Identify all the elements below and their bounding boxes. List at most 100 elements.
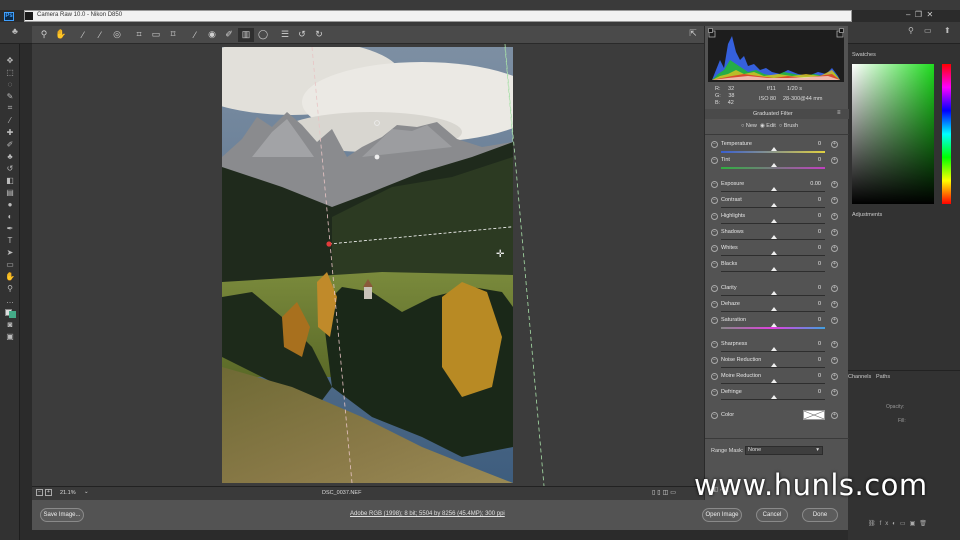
zoom-tool-icon[interactable]: ⚲ bbox=[0, 282, 20, 294]
slider-track[interactable] bbox=[721, 327, 825, 329]
dodge-tool-icon[interactable]: ◐ bbox=[0, 210, 20, 222]
slider-track[interactable] bbox=[721, 207, 825, 208]
shadow-clipping-icon[interactable] bbox=[708, 28, 713, 33]
minus-icon[interactable]: − bbox=[711, 213, 718, 220]
brush-tool-icon[interactable]: ✐ bbox=[0, 138, 20, 150]
color-swatch[interactable] bbox=[803, 410, 825, 420]
slider-track[interactable] bbox=[721, 383, 825, 384]
zoom-dropdown-icon[interactable]: ⌄ bbox=[84, 489, 89, 495]
plus-icon[interactable]: + bbox=[831, 301, 838, 308]
plus-icon[interactable]: + bbox=[831, 181, 838, 188]
slider-track[interactable] bbox=[721, 367, 825, 368]
rotate-right-icon[interactable]: ↻ bbox=[311, 28, 327, 42]
mode-brush[interactable]: Brush bbox=[784, 123, 798, 129]
mode-edit[interactable]: Edit bbox=[766, 123, 775, 129]
slider-track[interactable] bbox=[721, 255, 825, 256]
view-mode-icons[interactable]: ▯▯◫▭ bbox=[652, 489, 678, 496]
swatches-tab[interactable]: Swatches bbox=[852, 52, 876, 58]
minus-icon[interactable]: − bbox=[711, 157, 718, 164]
slider-value[interactable]: 0 bbox=[801, 389, 821, 395]
minus-icon[interactable]: − bbox=[711, 181, 718, 188]
slider-thumb[interactable] bbox=[771, 347, 777, 351]
slider-thumb[interactable] bbox=[771, 291, 777, 295]
panel-menu-icon[interactable]: ≡ bbox=[837, 110, 841, 116]
minus-icon[interactable]: − bbox=[711, 341, 718, 348]
mode-new[interactable]: New bbox=[746, 123, 757, 129]
lasso-tool-icon[interactable]: ◌ bbox=[0, 78, 20, 90]
slider-value[interactable]: 0 bbox=[801, 301, 821, 307]
crop-icon[interactable]: ⌗ bbox=[131, 28, 147, 42]
slider-thumb[interactable] bbox=[771, 219, 777, 223]
color-plus-icon[interactable]: + bbox=[831, 412, 838, 419]
slider-track[interactable] bbox=[721, 295, 825, 296]
color-swatches-icon[interactable] bbox=[0, 306, 20, 318]
slider-track[interactable] bbox=[721, 399, 825, 400]
marquee-tool-icon[interactable]: ⬚ bbox=[0, 66, 20, 78]
eraser-tool-icon[interactable]: ◧ bbox=[0, 174, 20, 186]
plus-icon[interactable]: + bbox=[831, 357, 838, 364]
slider-value[interactable]: 0 bbox=[801, 341, 821, 347]
gradient-tool-icon[interactable]: ▤ bbox=[0, 186, 20, 198]
slider-dehaze[interactable]: − Dehaze 0 + bbox=[705, 301, 849, 317]
color-minus-icon[interactable]: − bbox=[711, 412, 718, 419]
fullscreen-toggle-icon[interactable]: ⇱ bbox=[686, 28, 700, 42]
white-balance-icon[interactable]: ⁄ bbox=[75, 28, 91, 42]
minus-icon[interactable]: − bbox=[711, 245, 718, 252]
red-eye-icon[interactable]: ◉ bbox=[204, 28, 220, 42]
slider-value[interactable]: 0 bbox=[801, 197, 821, 203]
slider-track[interactable] bbox=[721, 271, 825, 272]
color-picker-field[interactable] bbox=[852, 64, 934, 204]
minus-icon[interactable]: − bbox=[711, 261, 718, 268]
zoom-icon[interactable]: ⚲ bbox=[36, 28, 52, 42]
slider-value[interactable]: 0 bbox=[801, 213, 821, 219]
targeted-adjustment-icon[interactable]: ◎ bbox=[109, 28, 125, 42]
workflow-options-link[interactable]: Adobe RGB (1998); 8 bit; 5504 by 8256 (4… bbox=[350, 511, 505, 517]
plus-icon[interactable]: + bbox=[831, 285, 838, 292]
eyedropper-tool-icon[interactable]: ⁄ bbox=[0, 114, 20, 126]
color-sampler-icon[interactable]: ⁄ bbox=[92, 28, 108, 42]
search-icon[interactable]: ⚲ bbox=[908, 26, 914, 35]
slider-value[interactable]: 0 bbox=[801, 157, 821, 163]
slider-exposure[interactable]: − Exposure 0.00 + bbox=[705, 181, 849, 197]
done-button[interactable]: Done bbox=[802, 508, 838, 522]
paths-tab[interactable]: Paths bbox=[876, 374, 890, 380]
slider-value[interactable]: 0 bbox=[801, 317, 821, 323]
plus-icon[interactable]: + bbox=[831, 389, 838, 396]
slider-thumb[interactable] bbox=[771, 363, 777, 367]
clone-stamp-tool-icon[interactable]: ♣ bbox=[0, 150, 20, 162]
slider-thumb[interactable] bbox=[771, 323, 777, 327]
slider-thumb[interactable] bbox=[771, 251, 777, 255]
slider-thumb[interactable] bbox=[771, 147, 777, 151]
zoom-level[interactable]: 21.1% bbox=[60, 490, 76, 496]
slider-value[interactable]: 0 bbox=[801, 285, 821, 291]
shape-tool-icon[interactable]: ▭ bbox=[0, 258, 20, 270]
quick-mask-icon[interactable]: ◙ bbox=[0, 318, 20, 330]
slider-shadows[interactable]: − Shadows 0 + bbox=[705, 229, 849, 245]
minus-icon[interactable]: − bbox=[711, 229, 718, 236]
minus-icon[interactable]: − bbox=[711, 357, 718, 364]
quick-select-icon[interactable]: ✎ bbox=[0, 90, 20, 102]
slider-value[interactable]: 0 bbox=[801, 245, 821, 251]
minus-icon[interactable]: − bbox=[711, 317, 718, 324]
history-brush-icon[interactable]: ↺ bbox=[0, 162, 20, 174]
slider-value[interactable]: 0 bbox=[801, 261, 821, 267]
slider-temperature[interactable]: − Temperature 0 + bbox=[705, 141, 849, 157]
minus-icon[interactable]: − bbox=[711, 285, 718, 292]
plus-icon[interactable]: + bbox=[831, 317, 838, 324]
slider-tint[interactable]: − Tint 0 + bbox=[705, 157, 849, 173]
clone-stamp-icon[interactable]: ♣ bbox=[12, 26, 18, 36]
plus-icon[interactable]: + bbox=[831, 373, 838, 380]
workspace-icon[interactable]: ▭ bbox=[924, 26, 932, 35]
pen-tool-icon[interactable]: ✒ bbox=[0, 222, 20, 234]
slider-moire-reduction[interactable]: − Moire Reduction 0 + bbox=[705, 373, 849, 389]
preferences-icon[interactable]: ☰ bbox=[277, 28, 293, 42]
open-image-button[interactable]: Open Image bbox=[702, 508, 742, 522]
slider-thumb[interactable] bbox=[771, 163, 777, 167]
adjustments-tab[interactable]: Adjustments bbox=[852, 212, 882, 218]
slider-thumb[interactable] bbox=[771, 235, 777, 239]
rotate-left-icon[interactable]: ↺ bbox=[294, 28, 310, 42]
plus-icon[interactable]: + bbox=[831, 141, 838, 148]
slider-noise-reduction[interactable]: − Noise Reduction 0 + bbox=[705, 357, 849, 373]
slider-thumb[interactable] bbox=[771, 307, 777, 311]
plus-icon[interactable]: + bbox=[831, 229, 838, 236]
